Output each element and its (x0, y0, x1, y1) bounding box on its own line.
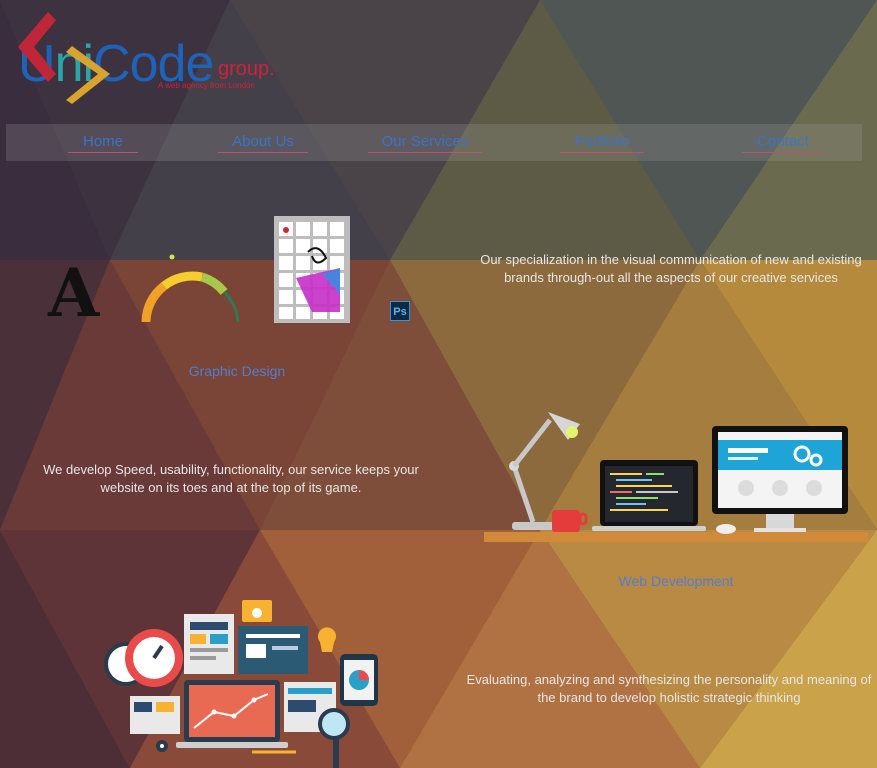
graphic-letter-icon: A (48, 254, 100, 332)
swatch-grid-icon (274, 216, 350, 323)
logo-chevron-icon (18, 12, 110, 104)
strategy-illustration (104, 600, 378, 768)
nav-our-services[interactable]: Our Services (368, 133, 482, 153)
graphic-design-caption[interactable]: Graphic Design (160, 363, 314, 379)
web-development-caption[interactable]: Web Development (590, 573, 762, 589)
web-development-description: We develop Speed, usability, functionali… (43, 462, 419, 495)
graphic-design-description: Our specialization in the visual communi… (480, 252, 862, 285)
nav-portfolio[interactable]: Portfolio (560, 133, 644, 153)
workspace-illustration (484, 412, 868, 542)
speed-gauge-icon (141, 254, 240, 323)
nav-about-us[interactable]: About Us (218, 133, 308, 153)
nav-contact[interactable]: Contact (742, 133, 824, 153)
photoshop-icon: Ps (390, 301, 410, 321)
logo-group-text: group. (218, 58, 275, 80)
nav-home[interactable]: Home (68, 133, 138, 153)
brand-logo[interactable]: UniCode group. A web agency from London (8, 12, 283, 107)
main-navigation: Home About Us Our Services Portfolio Con… (6, 124, 862, 161)
logo-tagline: A web agency from London (158, 81, 255, 90)
strategy-description: Evaluating, analyzing and synthesizing t… (466, 672, 872, 705)
